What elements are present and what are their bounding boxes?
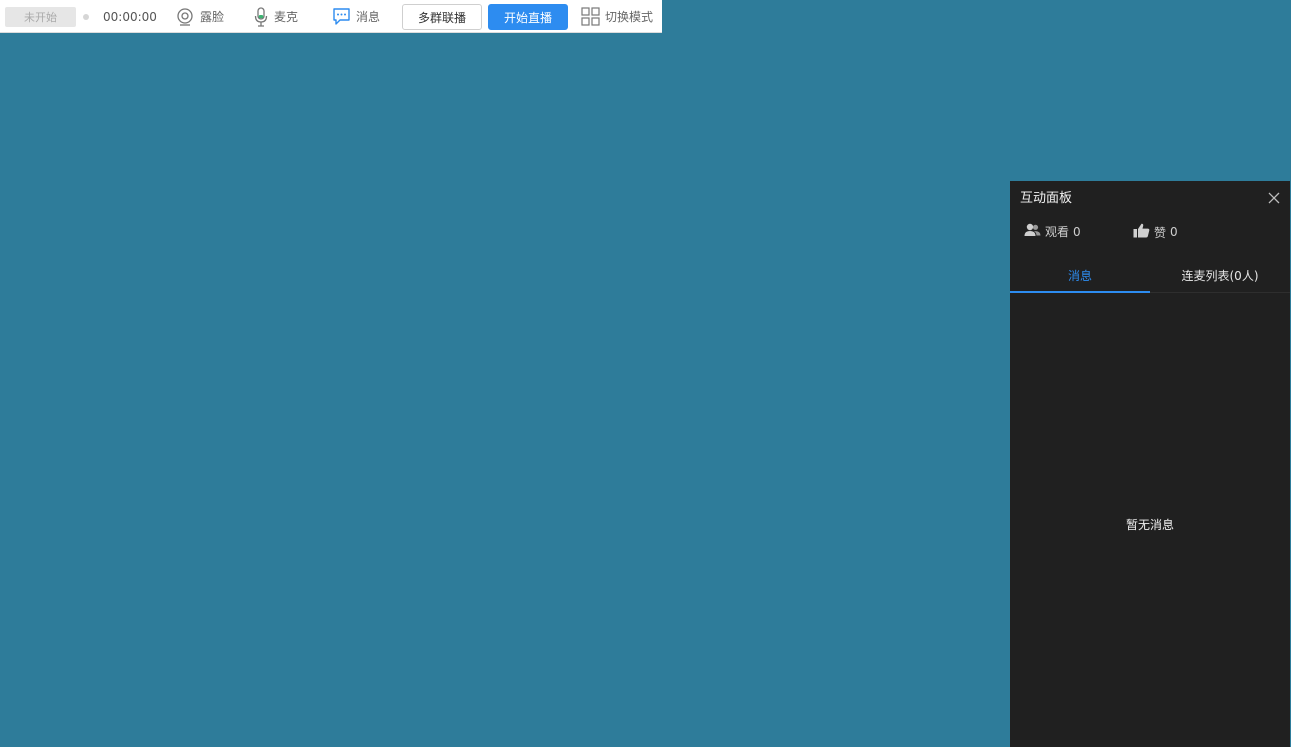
close-icon[interactable] — [1268, 189, 1280, 204]
status-dot — [83, 14, 89, 20]
like-count: 赞 0 — [1133, 223, 1178, 241]
switch-mode-button[interactable]: 切换模式 — [581, 0, 653, 33]
start-live-button[interactable]: 开始直播 — [488, 4, 568, 30]
viewer-count: 观看 0 — [1024, 223, 1081, 240]
message-label: 消息 — [356, 10, 381, 24]
multi-group-broadcast-button[interactable]: 多群联播 — [402, 4, 482, 30]
live-status-badge: 未开始 — [5, 7, 76, 27]
mic-toggle-button[interactable]: 麦克 — [253, 0, 298, 33]
live-status-text: 未开始 — [24, 11, 57, 24]
viewer-label: 观看 — [1045, 225, 1070, 239]
live-stage — [0, 34, 1010, 747]
tab-mic-queue[interactable]: 连麦列表(0人) — [1150, 259, 1290, 292]
tab-messages[interactable]: 消息 — [1010, 259, 1150, 293]
users-icon — [1024, 223, 1041, 240]
thumbs-up-icon — [1133, 223, 1150, 241]
face-label: 露脸 — [200, 10, 225, 24]
like-label: 赞 — [1154, 225, 1167, 240]
live-timer: 00:00:00 — [103, 9, 157, 24]
empty-messages-text: 暂无消息 — [1125, 518, 1174, 532]
chat-bubble-icon — [332, 7, 351, 26]
microphone-icon — [253, 6, 269, 27]
mic-label: 麦克 — [274, 10, 299, 24]
message-button[interactable]: 消息 — [332, 0, 380, 33]
panel-title: 互动面板 — [1020, 191, 1073, 206]
panel-tabs: 消息 连麦列表(0人) — [1010, 259, 1290, 293]
like-value: 0 — [1170, 225, 1178, 239]
live-toolbar: 未开始 00:00:00 露脸 麦克 消息 多群联播 开始直播 切换模式 — [0, 0, 662, 33]
camera-icon — [175, 7, 195, 27]
face-toggle-button[interactable]: 露脸 — [175, 0, 224, 33]
switch-mode-label: 切换模式 — [605, 10, 654, 24]
grid-icon — [581, 7, 600, 26]
interaction-panel: 互动面板 观看 0 赞 0 消息 连麦列表(0人) 暂无消息 — [1010, 181, 1290, 747]
viewer-value: 0 — [1073, 224, 1081, 239]
